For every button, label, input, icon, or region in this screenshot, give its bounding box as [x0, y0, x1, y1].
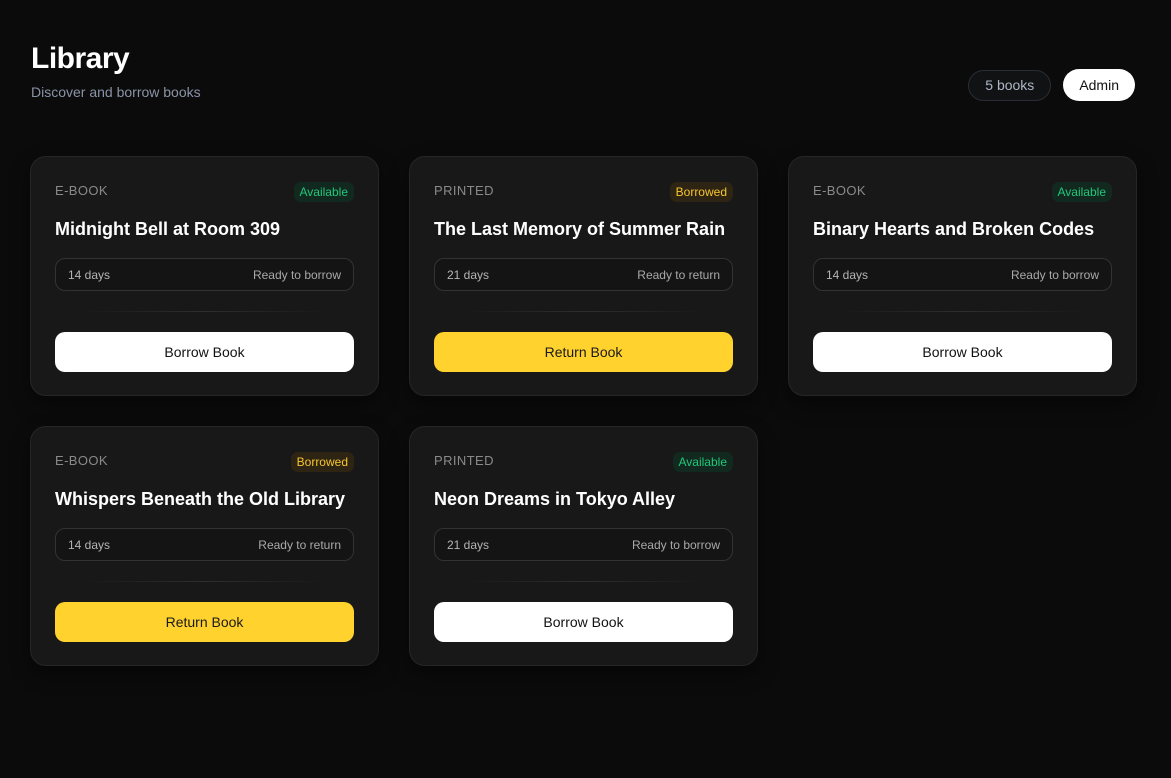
- card-divider: [462, 581, 705, 582]
- book-type-label: PRINTED: [434, 453, 494, 468]
- page-title: Library: [31, 42, 130, 75]
- book-title: The Last Memory of Summer Rain: [434, 219, 726, 239]
- book-card: E-BOOK Borrowed Whispers Beneath the Old…: [30, 426, 379, 666]
- card-divider: [83, 581, 326, 582]
- loan-info: 14 days Ready to borrow: [55, 258, 354, 291]
- book-action-button[interactable]: Borrow Book: [813, 332, 1112, 372]
- book-title: Neon Dreams in Tokyo Alley: [434, 489, 676, 509]
- loan-days: 14 days: [68, 537, 111, 552]
- status-badge: Available: [293, 182, 354, 202]
- loan-days: 14 days: [68, 267, 111, 282]
- book-title: Midnight Bell at Room 309: [55, 219, 281, 239]
- card-divider: [83, 311, 326, 312]
- card-divider: [462, 311, 705, 312]
- book-action-button[interactable]: Return Book: [55, 602, 354, 642]
- status-badge: Available: [672, 452, 733, 472]
- loan-state: Ready to borrow: [252, 267, 341, 282]
- loan-days: 21 days: [447, 537, 490, 552]
- loan-info: 14 days Ready to return: [55, 528, 354, 561]
- status-badge: Borrowed: [669, 182, 733, 202]
- page-subtitle: Discover and borrow books: [31, 84, 201, 100]
- loan-state: Ready to borrow: [631, 537, 720, 552]
- book-card: E-BOOK Available Midnight Bell at Room 3…: [30, 156, 379, 396]
- book-action-button[interactable]: Borrow Book: [55, 332, 354, 372]
- loan-state: Ready to return: [637, 267, 720, 282]
- book-type-label: PRINTED: [434, 183, 494, 198]
- book-card: PRINTED Available Neon Dreams in Tokyo A…: [409, 426, 758, 666]
- book-action-button[interactable]: Borrow Book: [434, 602, 733, 642]
- page-header: Library Discover and borrow books: [31, 42, 201, 100]
- loan-info: 14 days Ready to borrow: [813, 258, 1112, 291]
- loan-days: 14 days: [826, 267, 869, 282]
- book-type-label: E-BOOK: [55, 453, 108, 468]
- loan-state: Ready to borrow: [1010, 267, 1099, 282]
- loan-state: Ready to return: [258, 537, 341, 552]
- header-actions: 5 books Admin: [968, 69, 1135, 101]
- book-card: PRINTED Borrowed The Last Memory of Summ…: [409, 156, 758, 396]
- book-type-label: E-BOOK: [813, 183, 866, 198]
- book-type-label: E-BOOK: [55, 183, 108, 198]
- admin-button[interactable]: Admin: [1063, 69, 1135, 101]
- book-grid: E-BOOK Available Midnight Bell at Room 3…: [30, 156, 1137, 666]
- book-action-button[interactable]: Return Book: [434, 332, 733, 372]
- book-title: Whispers Beneath the Old Library: [55, 489, 346, 509]
- status-badge: Borrowed: [290, 452, 354, 472]
- loan-days: 21 days: [447, 267, 490, 282]
- card-divider: [841, 311, 1084, 312]
- book-title: Binary Hearts and Broken Codes: [813, 219, 1095, 239]
- book-card: E-BOOK Available Binary Hearts and Broke…: [788, 156, 1137, 396]
- status-badge: Available: [1051, 182, 1112, 202]
- library-page: Library Discover and borrow books 5 book…: [0, 0, 1171, 778]
- loan-info: 21 days Ready to return: [434, 258, 733, 291]
- loan-info: 21 days Ready to borrow: [434, 528, 733, 561]
- book-count-badge: 5 books: [968, 69, 1052, 101]
